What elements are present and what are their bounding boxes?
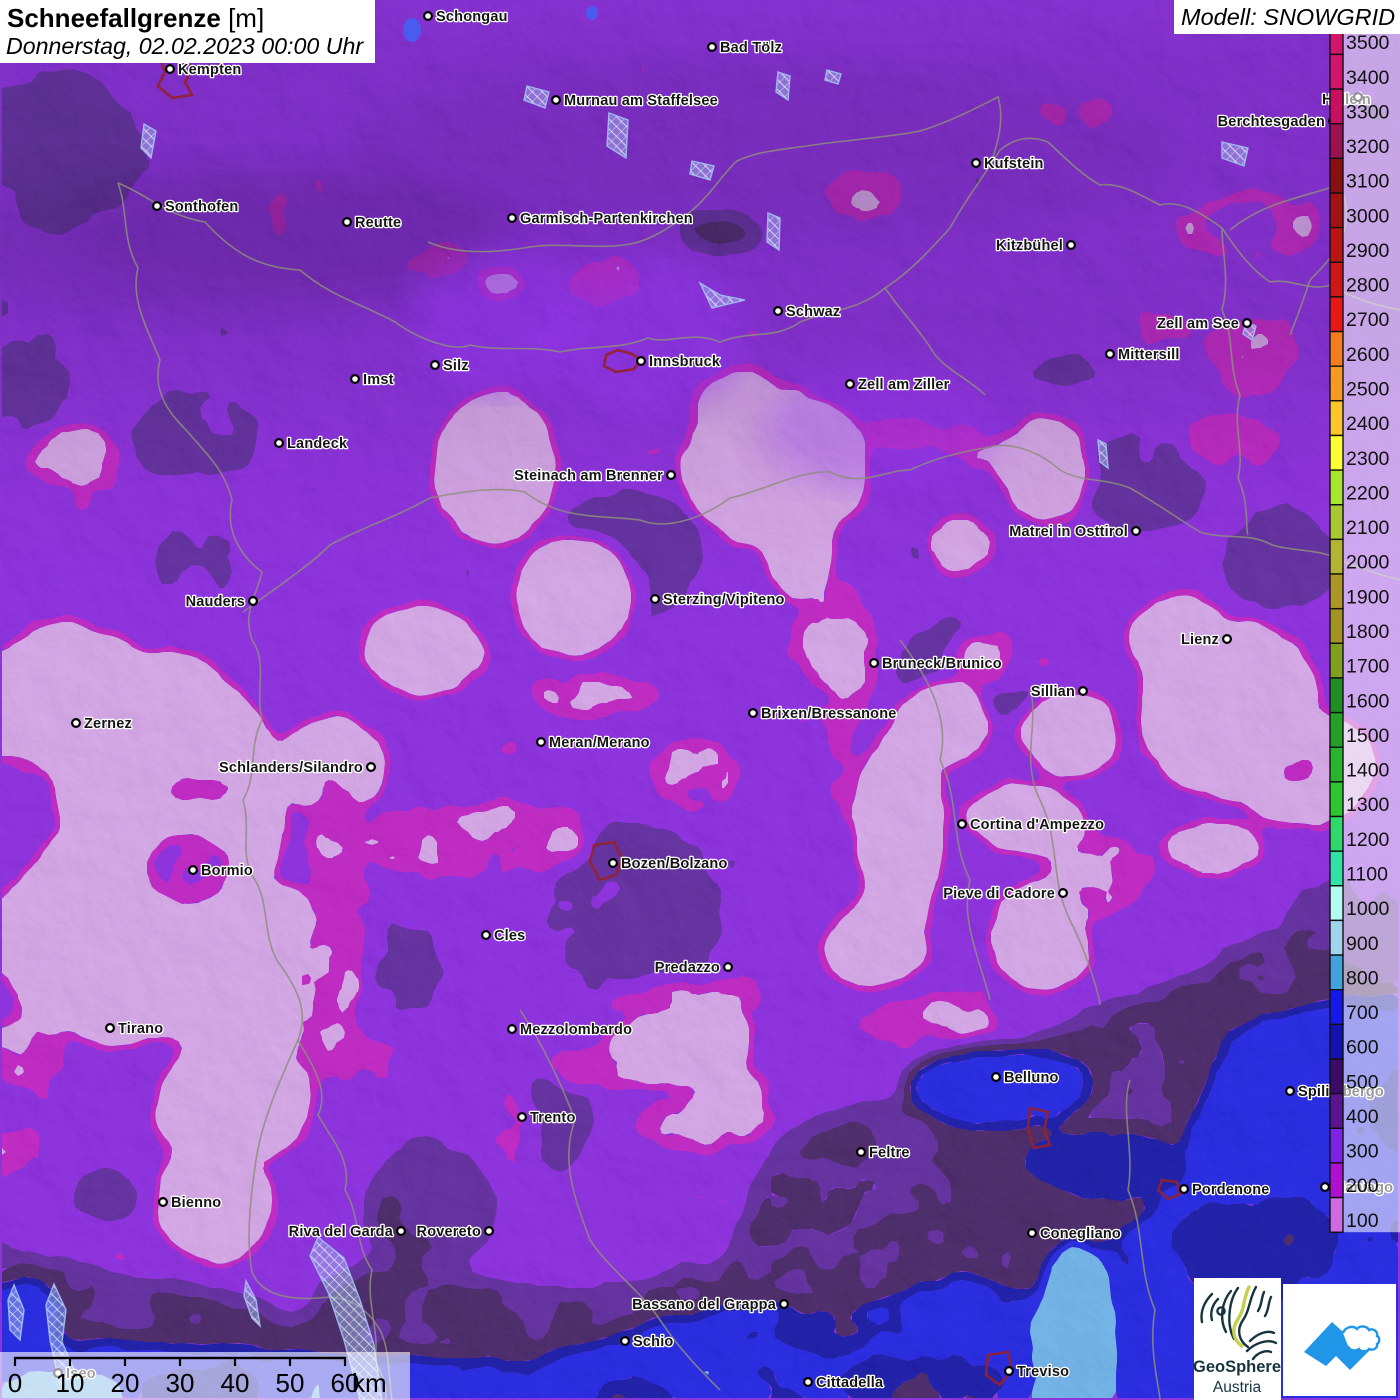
svg-text:3300: 3300 <box>1346 101 1390 123</box>
svg-text:500: 500 <box>1346 1071 1379 1093</box>
svg-text:Schio: Schio <box>633 1334 673 1350</box>
svg-text:Bozen/Bolzano: Bozen/Bolzano <box>621 856 728 872</box>
svg-text:Sillian: Sillian <box>1031 684 1075 700</box>
svg-text:Berchtesgaden: Berchtesgaden <box>1218 114 1325 130</box>
svg-text:Lienz: Lienz <box>1181 632 1219 648</box>
svg-text:300: 300 <box>1346 1141 1379 1163</box>
svg-text:Zernez: Zernez <box>84 716 132 732</box>
svg-text:Predazzo: Predazzo <box>655 960 720 976</box>
svg-text:Treviso: Treviso <box>1017 1364 1069 1380</box>
svg-text:Landeck: Landeck <box>287 436 348 452</box>
svg-text:3100: 3100 <box>1346 171 1390 193</box>
svg-text:10: 10 <box>56 1368 85 1398</box>
svg-text:Cittadella: Cittadella <box>816 1375 884 1391</box>
svg-text:1600: 1600 <box>1346 690 1390 712</box>
svg-text:Schneefallgrenze [m]: Schneefallgrenze [m] <box>7 3 264 33</box>
svg-text:3500: 3500 <box>1346 32 1390 54</box>
svg-text:Schongau: Schongau <box>436 9 508 25</box>
svg-text:2200: 2200 <box>1346 482 1390 504</box>
svg-text:Imst: Imst <box>363 372 394 388</box>
svg-text:Riva del Garda: Riva del Garda <box>289 1224 394 1240</box>
svg-text:Silz: Silz <box>443 358 469 374</box>
svg-text:3400: 3400 <box>1346 67 1390 89</box>
svg-text:3000: 3000 <box>1346 205 1390 227</box>
svg-text:3200: 3200 <box>1346 136 1390 158</box>
svg-text:Bormio: Bormio <box>201 863 253 879</box>
svg-text:Cles: Cles <box>494 928 525 944</box>
svg-text:Modell: SNOWGRID: Modell: SNOWGRID <box>1181 4 1395 30</box>
svg-text:Sterzing/Vipiteno: Sterzing/Vipiteno <box>663 592 785 608</box>
svg-text:Bruneck/Brunico: Bruneck/Brunico <box>882 656 1002 672</box>
svg-text:1500: 1500 <box>1346 725 1390 747</box>
svg-text:Mezzolombardo: Mezzolombardo <box>520 1022 632 1038</box>
svg-text:Zell am See: Zell am See <box>1157 316 1239 332</box>
svg-text:Reutte: Reutte <box>355 215 401 231</box>
svg-text:Meran/Merano: Meran/Merano <box>549 735 650 751</box>
svg-text:1700: 1700 <box>1346 656 1390 678</box>
svg-text:Innsbruck: Innsbruck <box>649 354 721 370</box>
svg-text:Nauders: Nauders <box>186 594 245 610</box>
svg-text:Rovereto: Rovereto <box>417 1224 481 1240</box>
svg-text:Bad Tölz: Bad Tölz <box>720 40 782 56</box>
svg-text:Donnerstag, 02.02.2023 00:00 U: Donnerstag, 02.02.2023 00:00 Uhr <box>6 33 364 59</box>
svg-text:2700: 2700 <box>1346 309 1390 331</box>
svg-text:1300: 1300 <box>1346 794 1390 816</box>
svg-text:Kitzbühel: Kitzbühel <box>996 238 1063 254</box>
svg-text:700: 700 <box>1346 1002 1379 1024</box>
svg-text:Steinach am Brenner: Steinach am Brenner <box>514 468 663 484</box>
svg-text:2000: 2000 <box>1346 552 1390 574</box>
svg-text:2300: 2300 <box>1346 448 1390 470</box>
svg-text:Pieve di Cadore: Pieve di Cadore <box>943 886 1055 902</box>
svg-text:0: 0 <box>8 1368 22 1398</box>
svg-text:800: 800 <box>1346 967 1379 989</box>
svg-text:200: 200 <box>1346 1175 1379 1197</box>
svg-text:Bassano del Grappa: Bassano del Grappa <box>632 1297 777 1313</box>
svg-text:Kempten: Kempten <box>178 62 241 78</box>
svg-text:2100: 2100 <box>1346 517 1390 539</box>
svg-text:Mittersill: Mittersill <box>1118 347 1180 363</box>
svg-text:1800: 1800 <box>1346 621 1390 643</box>
svg-text:2500: 2500 <box>1346 379 1390 401</box>
svg-text:Sonthofen: Sonthofen <box>165 199 238 215</box>
svg-text:400: 400 <box>1346 1106 1379 1128</box>
svg-text:Belluno: Belluno <box>1004 1070 1059 1086</box>
svg-text:30: 30 <box>166 1368 195 1398</box>
svg-text:Tirano: Tirano <box>118 1021 163 1037</box>
svg-text:1400: 1400 <box>1346 760 1390 782</box>
svg-text:km: km <box>352 1368 387 1398</box>
svg-text:50: 50 <box>276 1368 305 1398</box>
svg-text:Schlanders/Silandro: Schlanders/Silandro <box>219 760 363 776</box>
svg-text:2900: 2900 <box>1346 240 1390 262</box>
svg-text:1900: 1900 <box>1346 586 1390 608</box>
svg-text:1000: 1000 <box>1346 898 1390 920</box>
svg-text:Bienno: Bienno <box>171 1195 221 1211</box>
svg-text:2400: 2400 <box>1346 413 1390 435</box>
svg-text:Pordenone: Pordenone <box>1192 1182 1270 1198</box>
svg-text:Schwaz: Schwaz <box>786 304 840 320</box>
svg-text:Feltre: Feltre <box>869 1145 910 1161</box>
svg-text:Conegliano: Conegliano <box>1040 1226 1121 1242</box>
svg-text:100: 100 <box>1346 1210 1379 1232</box>
svg-text:900: 900 <box>1346 933 1379 955</box>
svg-text:Cortina d'Ampezzo: Cortina d'Ampezzo <box>970 817 1104 833</box>
svg-text:2600: 2600 <box>1346 344 1390 366</box>
svg-text:Zell am Ziller: Zell am Ziller <box>858 377 950 393</box>
svg-text:40: 40 <box>221 1368 250 1398</box>
svg-text:Austria: Austria <box>1213 1379 1262 1396</box>
svg-text:2800: 2800 <box>1346 275 1390 297</box>
svg-text:Garmisch-Partenkirchen: Garmisch-Partenkirchen <box>520 211 693 227</box>
svg-text:20: 20 <box>111 1368 140 1398</box>
svg-text:1200: 1200 <box>1346 829 1390 851</box>
svg-text:Trento: Trento <box>530 1110 576 1126</box>
svg-text:Murnau am Staffelsee: Murnau am Staffelsee <box>564 93 718 109</box>
svg-text:Kufstein: Kufstein <box>984 156 1044 172</box>
svg-text:600: 600 <box>1346 1037 1379 1059</box>
svg-text:1100: 1100 <box>1346 864 1388 886</box>
svg-text:Matrei in Osttirol: Matrei in Osttirol <box>1009 524 1128 540</box>
svg-text:Brixen/Bressanone: Brixen/Bressanone <box>761 706 897 722</box>
svg-text:GeoSphere: GeoSphere <box>1193 1358 1281 1376</box>
